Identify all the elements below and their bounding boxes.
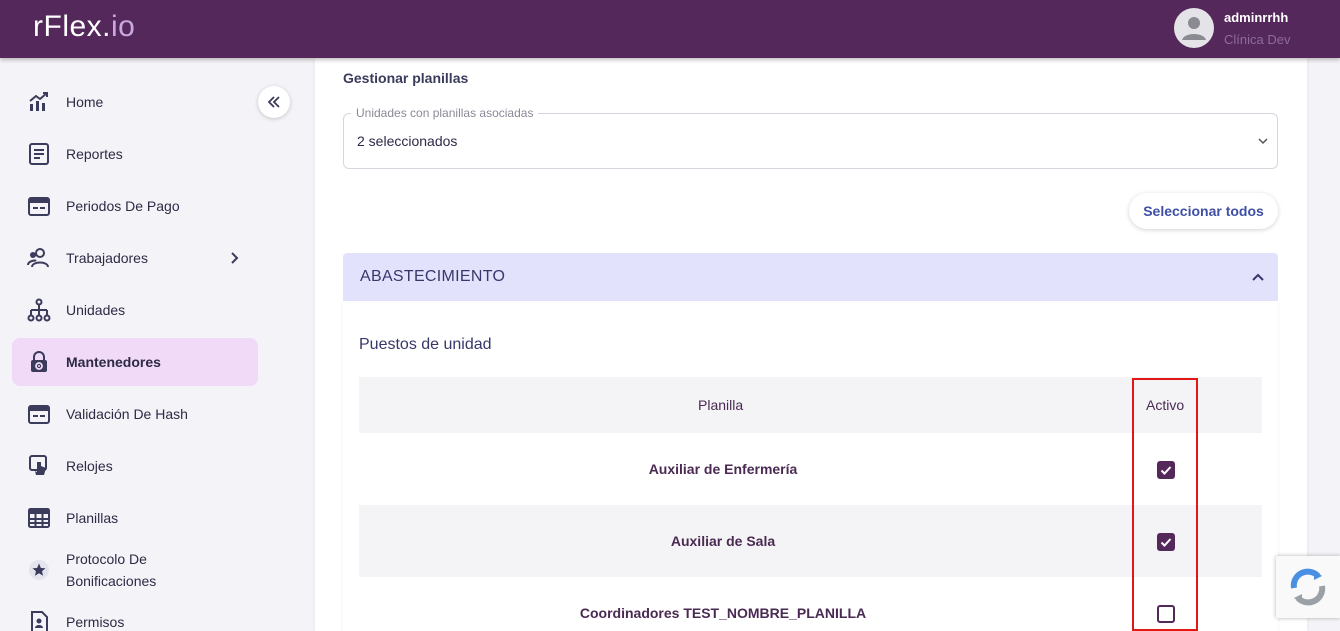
column-header-activo: Activo — [1146, 397, 1185, 413]
active-checkbox[interactable] — [1157, 605, 1175, 623]
sidebar-item-reportes[interactable]: Reportes — [12, 130, 258, 178]
calendar-card-icon — [28, 405, 50, 424]
sidebar-item-label: Mantenedores — [66, 354, 161, 370]
sidebar-item-unidades[interactable]: Unidades — [12, 286, 258, 334]
column-header-planilla: Planilla — [698, 397, 744, 413]
user-name[interactable]: adminrrhh — [1224, 10, 1288, 25]
sidebar-item-protocolo-de-bonificaciones[interactable]: Protocolo De Bonificaciones — [12, 546, 258, 594]
sidebar-item-label: Trabajadores — [66, 250, 148, 266]
sidebar-item-validacion-de-hash[interactable]: Validación De Hash — [12, 390, 258, 438]
touch-clock-icon — [29, 455, 47, 475]
sidebar-item-planillas[interactable]: Planillas — [12, 494, 258, 542]
users-icon — [27, 248, 49, 268]
logo-main: rFlex. — [33, 10, 111, 43]
unit-positions-title: Puestos de unidad — [359, 336, 492, 353]
sidebar-item-permisos[interactable]: Permisos — [12, 598, 258, 631]
recaptcha-icon — [1290, 568, 1326, 606]
table-row: Coordinadores TEST_NOMBRE_PLANILLA — [359, 577, 1262, 631]
logo-suffix: io — [111, 10, 136, 43]
planilla-name: Auxiliar de Sala — [670, 533, 776, 549]
chart-icon — [29, 92, 48, 111]
section-title: Gestionar planillas — [343, 70, 469, 86]
accordion-title: ABASTECIMIENTO — [360, 268, 506, 285]
active-checkbox[interactable] — [1157, 533, 1175, 551]
document-icon — [29, 143, 49, 165]
sidebar-item-home[interactable]: Home — [12, 78, 258, 126]
units-select-label: Unidades con planillas asociadas — [351, 106, 539, 120]
sidebar-item-relojes[interactable]: Relojes — [12, 442, 258, 490]
calendar-card-icon — [28, 197, 50, 216]
user-avatar-icon[interactable] — [1174, 8, 1214, 48]
sidebar-item-periodos-de-pago[interactable]: Periodos De Pago — [12, 182, 258, 230]
checkmark-icon — [1160, 466, 1172, 475]
sidebar: Home Reportes Periodos De Pago Trabajado… — [0, 58, 275, 631]
top-bar: rFlex.io adminrrhh Clínica Dev — [0, 0, 1340, 58]
sidebar-item-label: Protocolo De Bonificaciones — [66, 551, 157, 589]
active-checkbox[interactable] — [1157, 461, 1175, 479]
sidebar-item-mantenedores[interactable]: Mantenedores — [12, 338, 258, 386]
units-select-value[interactable]: 2 seleccionados — [357, 133, 457, 149]
checkmark-icon — [1160, 538, 1172, 547]
sidebar-item-label: Validación De Hash — [66, 406, 188, 422]
table-row: Auxiliar de Enfermería — [359, 433, 1262, 505]
chevron-down-icon[interactable] — [1256, 134, 1270, 148]
org-tree-icon — [27, 298, 51, 322]
app-logo[interactable]: rFlex.io — [33, 10, 135, 44]
sidebar-item-label: Relojes — [66, 458, 113, 474]
planilla-name: Auxiliar de Enfermería — [648, 461, 798, 477]
planilla-name: Coordinadores TEST_NOMBRE_PLANILLA — [579, 605, 867, 621]
table-header: Planilla Activo — [359, 377, 1262, 433]
sidebar-item-label: Unidades — [66, 302, 126, 318]
sidebar-item-label: Planillas — [66, 510, 119, 526]
sidebar-item-label: Periodos De Pago — [66, 198, 180, 214]
double-chevron-left-icon — [267, 96, 280, 108]
select-all-button[interactable]: Seleccionar todos — [1129, 193, 1278, 229]
recaptcha-badge[interactable] — [1276, 556, 1340, 618]
table-row: Auxiliar de Sala — [359, 505, 1262, 577]
collapse-sidebar-button[interactable] — [258, 86, 290, 118]
chevron-up-icon[interactable] — [1250, 269, 1266, 285]
chevron-right-icon[interactable] — [226, 249, 244, 267]
permission-doc-icon — [31, 611, 48, 631]
sidebar-item-label: Reportes — [66, 146, 123, 162]
sidebar-item-label: Home — [66, 94, 104, 110]
user-organization: Clínica Dev — [1224, 32, 1291, 47]
units-select[interactable] — [343, 113, 1278, 169]
star-badge-icon — [29, 560, 49, 580]
sidebar-item-trabajadores[interactable]: Trabajadores — [12, 234, 258, 282]
sidebar-item-label: Permisos — [66, 614, 125, 630]
accordion-header-abastecimiento[interactable]: ABASTECIMIENTO — [343, 253, 1278, 301]
lock-gear-icon — [31, 351, 47, 372]
table-grid-icon — [28, 508, 50, 528]
